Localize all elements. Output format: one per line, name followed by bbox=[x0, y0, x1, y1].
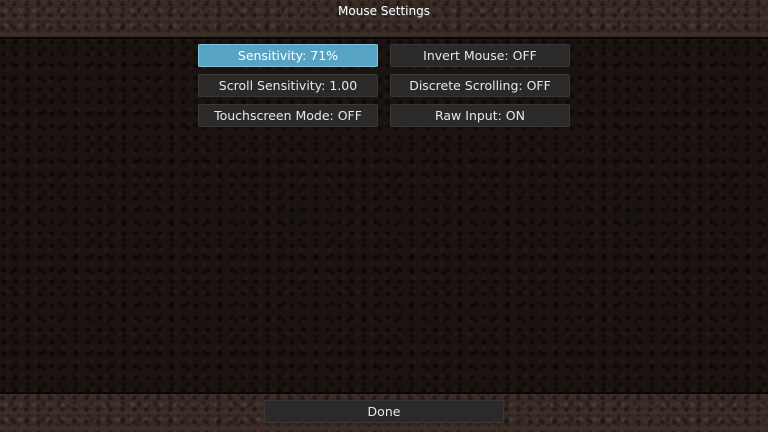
options-list bbox=[0, 37, 768, 394]
sensitivity-slider[interactable]: Sensitivity: 71% bbox=[198, 44, 378, 67]
raw-input-button[interactable]: Raw Input: ON bbox=[390, 104, 570, 127]
discrete-scrolling-button[interactable]: Discrete Scrolling: OFF bbox=[390, 74, 570, 97]
touchscreen-mode-button[interactable]: Touchscreen Mode: OFF bbox=[198, 104, 378, 127]
screen-title: Mouse Settings bbox=[338, 4, 430, 18]
invert-mouse-button[interactable]: Invert Mouse: OFF bbox=[390, 44, 570, 67]
done-button[interactable]: Done bbox=[264, 400, 504, 423]
scroll-sensitivity-slider[interactable]: Scroll Sensitivity: 1.00 bbox=[198, 74, 378, 97]
